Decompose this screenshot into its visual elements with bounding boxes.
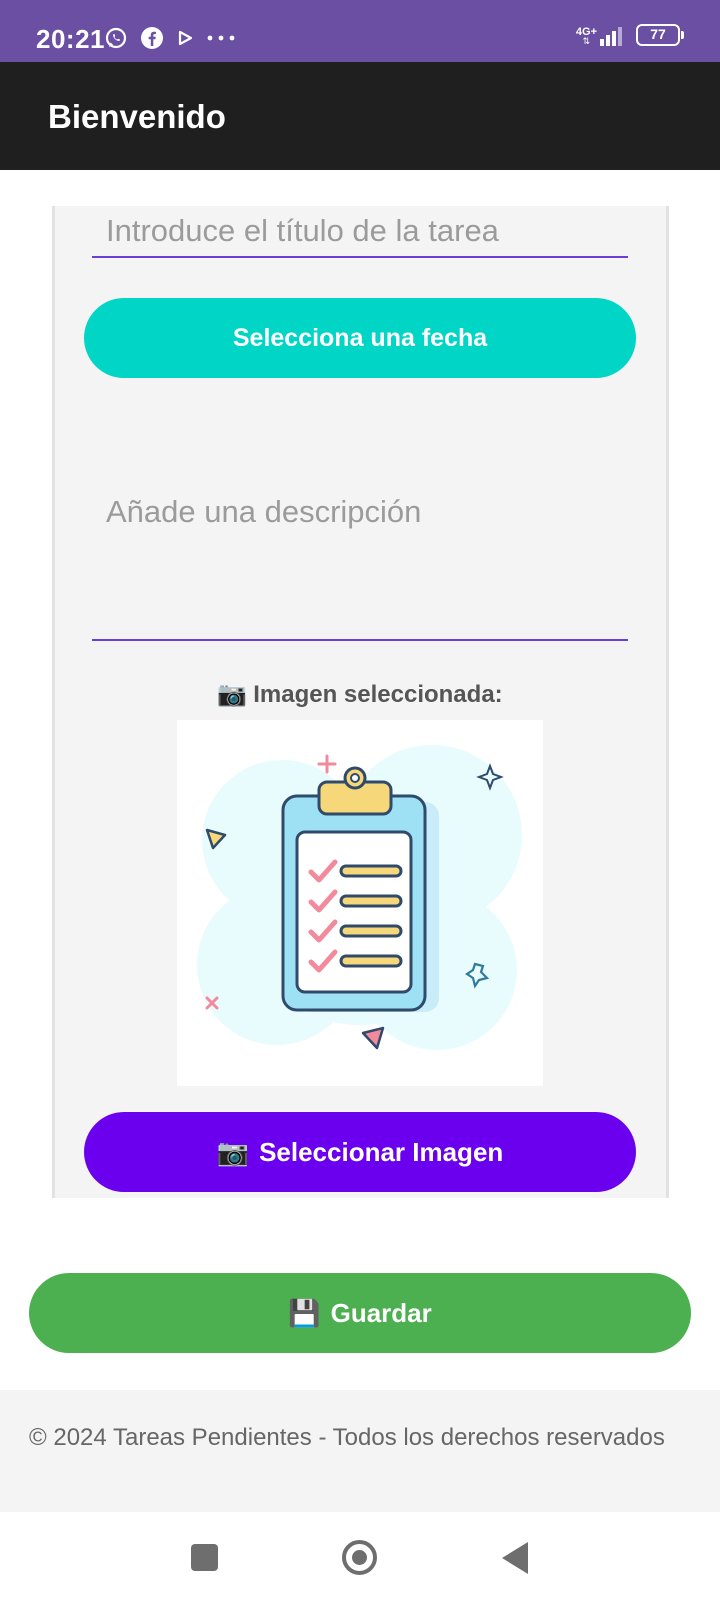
app-bar: Bienvenido bbox=[0, 62, 720, 170]
select-image-button-label: Seleccionar Imagen bbox=[259, 1136, 504, 1167]
system-icons: 4G+ ⇅ 77 bbox=[576, 24, 684, 46]
home-icon[interactable] bbox=[342, 1540, 377, 1575]
more-icon bbox=[207, 35, 235, 41]
footer-copyright: © 2024 Tareas Pendientes - Todos los der… bbox=[29, 1424, 665, 1451]
status-time: 20:21 bbox=[36, 24, 105, 54]
recent-apps-icon[interactable] bbox=[191, 1544, 218, 1571]
floppy-disk-icon: 💾 bbox=[288, 1297, 321, 1328]
play-icon bbox=[178, 30, 193, 46]
back-icon[interactable] bbox=[502, 1542, 528, 1574]
system-navigation-bar bbox=[0, 1512, 720, 1600]
signal-icon bbox=[600, 27, 622, 46]
selected-image-preview bbox=[177, 720, 543, 1086]
facebook-icon bbox=[141, 27, 163, 49]
page-title: Bienvenido bbox=[48, 98, 226, 135]
clipboard-checklist-illustration bbox=[197, 745, 522, 1050]
sparkle-icon bbox=[317, 754, 337, 774]
select-date-button[interactable]: Selecciona una fecha bbox=[84, 298, 636, 378]
whatsapp-icon bbox=[105, 27, 127, 49]
task-title-input[interactable] bbox=[92, 206, 628, 258]
save-button[interactable]: 💾 Guardar bbox=[29, 1273, 691, 1353]
selected-image-label-text: Imagen seleccionada: bbox=[253, 681, 503, 708]
status-bar: 20:21 4G+ ⇅ 77 bbox=[0, 0, 720, 62]
save-button-label: Guardar bbox=[330, 1297, 432, 1328]
camera-icon: 📷 bbox=[217, 681, 248, 708]
footer: © 2024 Tareas Pendientes - Todos los der… bbox=[0, 1390, 720, 1512]
selected-image-label: 📷 Imagen seleccionada: bbox=[0, 680, 720, 709]
notification-icons bbox=[104, 26, 236, 50]
task-description-input[interactable] bbox=[92, 484, 628, 641]
camera-icon: 📷 bbox=[216, 1136, 250, 1167]
battery-indicator: 77 bbox=[636, 24, 684, 46]
select-image-button[interactable]: 📷 Seleccionar Imagen bbox=[84, 1112, 636, 1192]
